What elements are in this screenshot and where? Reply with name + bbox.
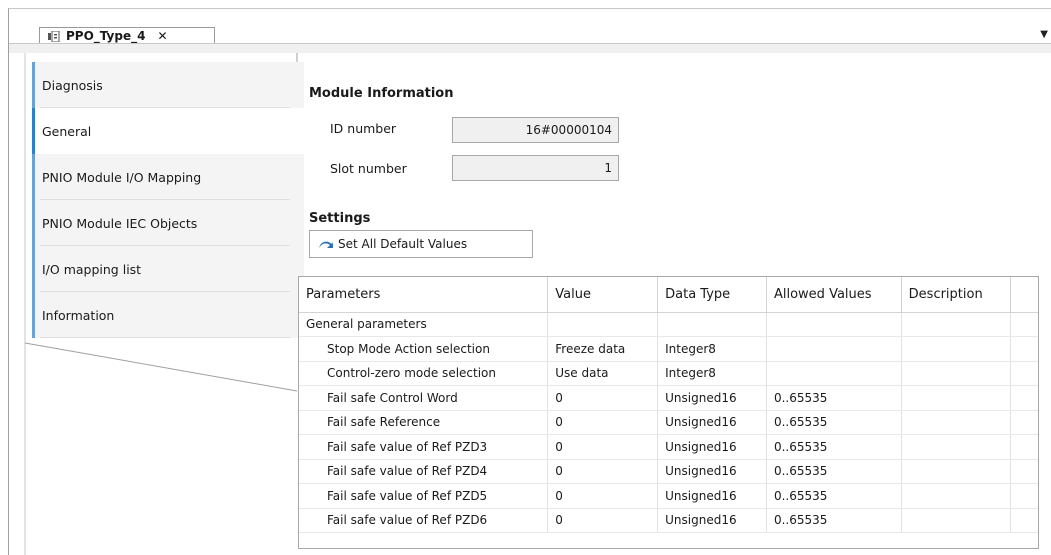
sidebar-item-diagnosis[interactable]: Diagnosis: [32, 62, 304, 108]
id-number-label: ID number: [330, 121, 397, 136]
allowed-cell: [766, 361, 902, 386]
slot-number-label: Slot number: [330, 161, 407, 176]
description-cell: [901, 410, 1011, 435]
sidebar-item-label: I/O mapping list: [42, 261, 142, 277]
allowed-cell: 0..65535: [766, 483, 902, 509]
column-header-description[interactable]: Description: [901, 277, 1011, 313]
button-label: Set All Default Values: [338, 237, 468, 251]
description-cell: [901, 483, 1011, 509]
type-cell: Unsigned16: [657, 508, 767, 533]
description-cell: [901, 459, 1011, 484]
chevron-down-icon[interactable]: ▼: [1040, 29, 1048, 40]
param-cell: Stop Mode Action selection: [299, 336, 549, 362]
value-cell[interactable]: 0: [547, 483, 659, 509]
column-header-allowed-values[interactable]: Allowed Values: [766, 277, 902, 313]
tab-strip-divider: [9, 43, 1051, 53]
table-row[interactable]: Fail safe value of Ref PZD4 0 Unsigned16…: [299, 459, 1038, 484]
param-cell: Fail safe value of Ref PZD5: [299, 483, 549, 509]
table-group-row[interactable]: General parameters: [299, 312, 1038, 337]
type-cell: Integer8: [657, 336, 767, 362]
table-row[interactable]: Stop Mode Action selection Freeze data I…: [299, 336, 1038, 362]
description-cell: [901, 434, 1011, 460]
column-header-data-type[interactable]: Data Type: [657, 277, 767, 313]
table-row[interactable]: Fail safe value of Ref PZD6 0 Unsigned16…: [299, 508, 1038, 533]
sidebar-item-io-mapping-list[interactable]: I/O mapping list: [32, 246, 304, 292]
document-tab[interactable]: PPO_Type_4 ✕: [39, 27, 215, 44]
module-icon: [48, 30, 60, 42]
type-cell: Unsigned16: [657, 459, 767, 484]
tab-title: PPO_Type_4: [66, 29, 146, 43]
value-cell[interactable]: 0: [547, 508, 659, 533]
sidebar-item-label: General: [42, 123, 92, 139]
value-cell[interactable]: 0: [547, 459, 659, 484]
tab-strip: PPO_Type_4 ✕ ▼: [9, 9, 1051, 44]
table-row[interactable]: Fail safe Control Word 0 Unsigned16 0..6…: [299, 385, 1038, 411]
table-row[interactable]: Fail safe Reference 0 Unsigned16 0..6553…: [299, 410, 1038, 435]
param-cell: Fail safe value of Ref PZD6: [299, 508, 549, 533]
value-cell[interactable]: Use data: [547, 361, 659, 386]
allowed-cell: 0..65535: [766, 434, 902, 460]
allowed-cell: 0..65535: [766, 385, 902, 411]
type-cell: Integer8: [657, 361, 767, 386]
module-information-title: Module Information: [309, 86, 454, 101]
value-cell[interactable]: Freeze data: [547, 336, 659, 362]
description-cell: [901, 385, 1011, 411]
type-cell: Unsigned16: [657, 483, 767, 509]
sidebar-item-label: Diagnosis: [42, 77, 103, 93]
description-cell: [901, 508, 1011, 533]
description-cell: [901, 361, 1011, 386]
column-header-parameters[interactable]: Parameters: [299, 277, 549, 313]
set-all-default-values-button[interactable]: Set All Default Values: [309, 230, 533, 258]
allowed-cell: 0..65535: [766, 410, 902, 435]
allowed-cell: 0..65535: [766, 508, 902, 533]
table-row[interactable]: Fail safe value of Ref PZD5 0 Unsigned16…: [299, 483, 1038, 509]
sidebar-item-label: PNIO Module IEC Objects: [42, 215, 198, 231]
sidebar-item-pnio-io-mapping[interactable]: PNIO Module I/O Mapping: [32, 154, 304, 200]
value-cell[interactable]: 0: [547, 385, 659, 411]
param-cell: Fail safe value of Ref PZD3: [299, 434, 549, 460]
value-cell[interactable]: 0: [547, 410, 659, 435]
sidebar-item-label: PNIO Module I/O Mapping: [42, 169, 202, 185]
sidebar: Diagnosis General PNIO Module I/O Mappin…: [32, 62, 304, 352]
sidebar-item-pnio-iec-objects[interactable]: PNIO Module IEC Objects: [32, 200, 304, 246]
table-row[interactable]: Control-zero mode selection Use data Int…: [299, 361, 1038, 386]
param-cell: Fail safe Control Word: [299, 385, 549, 411]
param-cell: Fail safe Reference: [299, 410, 549, 435]
slot-number-field: 1: [452, 155, 619, 181]
table-row[interactable]: Fail safe value of Ref PZD3 0 Unsigned16…: [299, 434, 1038, 460]
sidebar-item-general[interactable]: General: [32, 108, 304, 154]
close-icon[interactable]: ✕: [157, 29, 167, 43]
settings-title: Settings: [309, 211, 371, 226]
type-cell: Unsigned16: [657, 385, 767, 411]
sidebar-item-information[interactable]: Information: [32, 292, 304, 338]
param-cell: Fail safe value of Ref PZD4: [299, 459, 549, 484]
id-number-field: 16#00000104: [452, 117, 619, 143]
column-header-value[interactable]: Value: [547, 277, 659, 313]
undo-arrow-icon: [319, 241, 333, 248]
table-header-row: Parameters Value Data Type Allowed Value…: [299, 277, 1038, 313]
value-cell[interactable]: 0: [547, 434, 659, 460]
allowed-cell: [766, 336, 902, 362]
description-cell: [901, 336, 1011, 362]
sidebar-item-label: Information: [42, 307, 115, 323]
allowed-cell: 0..65535: [766, 459, 902, 484]
parameters-table: Parameters Value Data Type Allowed Value…: [298, 276, 1039, 549]
type-cell: Unsigned16: [657, 434, 767, 460]
group-label: General parameters: [299, 312, 549, 337]
type-cell: Unsigned16: [657, 410, 767, 435]
param-cell: Control-zero mode selection: [299, 361, 549, 386]
